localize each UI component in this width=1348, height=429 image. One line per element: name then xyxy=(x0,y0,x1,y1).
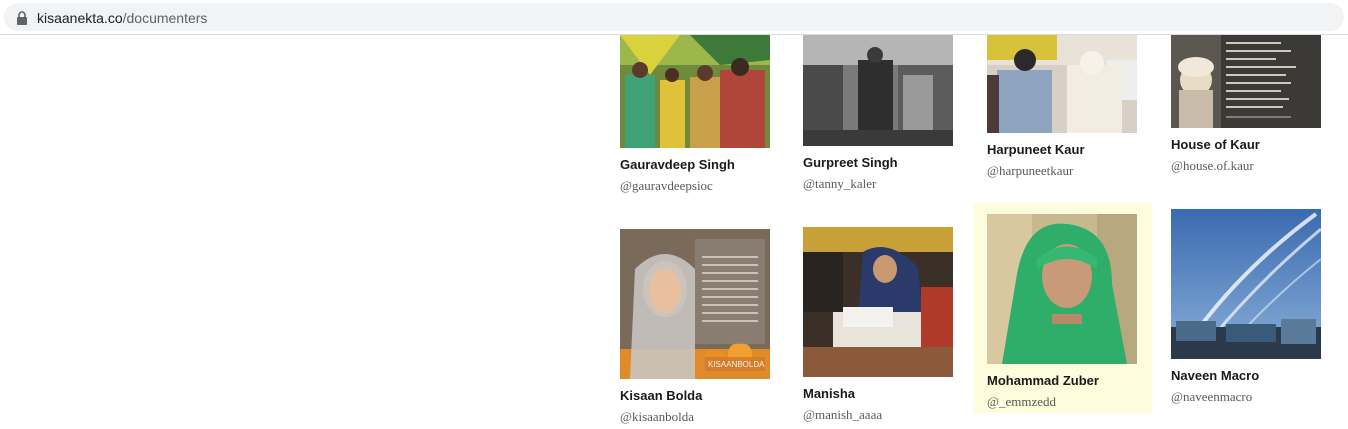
documenter-photo[interactable] xyxy=(1171,35,1321,128)
documenter-photo[interactable] xyxy=(803,227,953,377)
documenter-handle[interactable]: @tanny_kaler xyxy=(803,176,876,192)
documenter-name[interactable]: Kisaan Bolda xyxy=(620,388,702,403)
documenter-name[interactable]: Gauravdeep Singh xyxy=(620,157,735,172)
documenter-card-gurpreet-singh[interactable]: Gurpreet Singh @tanny_kaler xyxy=(803,35,953,195)
documenter-handle[interactable]: @_emmzedd xyxy=(987,394,1056,410)
documenter-handle[interactable]: @harpuneetkaur xyxy=(987,163,1073,179)
documenter-handle[interactable]: @naveenmacro xyxy=(1171,389,1252,405)
documenter-card-house-of-kaur[interactable]: House of Kaur @house.of.kaur xyxy=(1171,35,1321,195)
documenter-card-gauravdeep-singh[interactable]: Gauravdeep Singh @gauravdeepsioc xyxy=(620,35,770,195)
documenter-name[interactable]: Gurpreet Singh xyxy=(803,155,898,170)
documenter-name[interactable]: House of Kaur xyxy=(1171,137,1260,152)
url-host: kisaanekta.co xyxy=(37,10,123,26)
documenter-name[interactable]: Mohammad Zuber xyxy=(987,373,1099,388)
url-text[interactable]: kisaanekta.co/documenters xyxy=(37,9,207,27)
url-field[interactable]: kisaanekta.co/documenters xyxy=(4,3,1344,31)
documenter-card-manisha[interactable]: Manisha @manish_aaaa xyxy=(803,227,953,422)
documenter-card-harpuneet-kaur[interactable]: Harpuneet Kaur @harpuneetkaur xyxy=(987,35,1137,195)
documenter-photo[interactable] xyxy=(987,214,1137,364)
lock-icon xyxy=(17,11,27,25)
documenter-handle[interactable]: @kisaanbolda xyxy=(620,409,694,425)
documenter-name[interactable]: Harpuneet Kaur xyxy=(987,142,1085,157)
documenter-photo[interactable] xyxy=(1171,209,1321,359)
documenter-handle[interactable]: @manish_aaaa xyxy=(803,407,882,423)
documenter-name[interactable]: Naveen Macro xyxy=(1171,368,1259,383)
documenter-handle[interactable]: @gauravdeepsioc xyxy=(620,178,713,194)
url-path: /documenters xyxy=(122,10,208,26)
documenter-card-kisaan-bolda[interactable]: KISAANBOLDA Kisaan Bolda @kisaanbolda xyxy=(620,229,770,424)
documenter-handle[interactable]: @house.of.kaur xyxy=(1171,158,1254,174)
documenter-card-mohammad-zuber[interactable]: Mohammad Zuber @_emmzedd xyxy=(987,214,1137,409)
documenter-card-naveen-macro[interactable]: Naveen Macro @naveenmacro xyxy=(1171,209,1321,404)
documenter-photo[interactable] xyxy=(803,35,953,146)
documenter-photo[interactable] xyxy=(987,35,1137,133)
documenter-name[interactable]: Manisha xyxy=(803,386,855,401)
documenter-photo[interactable] xyxy=(620,35,770,148)
browser-address-bar[interactable]: kisaanekta.co/documenters xyxy=(0,0,1348,35)
documenter-photo[interactable]: KISAANBOLDA xyxy=(620,229,770,379)
kisaanbolda-watermark: KISAANBOLDA xyxy=(708,360,765,369)
